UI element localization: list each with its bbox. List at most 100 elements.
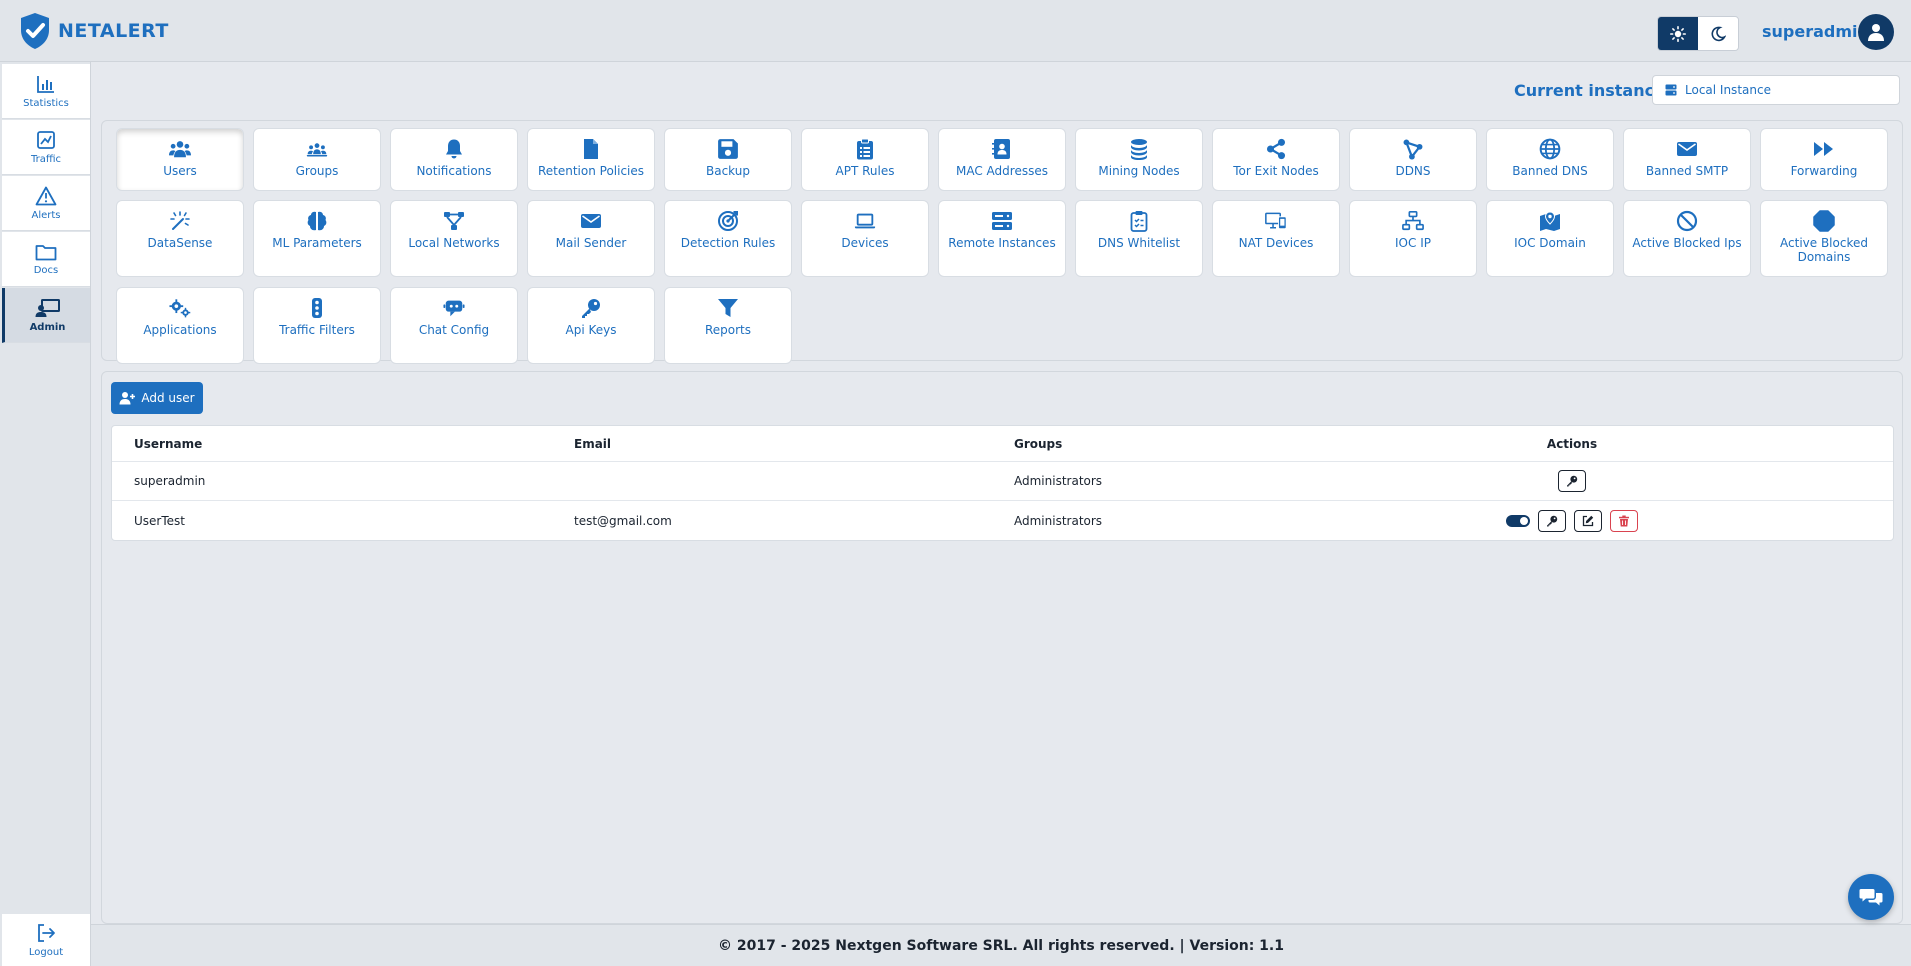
sidebar-item-alerts[interactable]: Alerts bbox=[2, 176, 90, 231]
sidebar-item-traffic[interactable]: Traffic bbox=[2, 120, 90, 175]
envelope-icon bbox=[1677, 142, 1697, 156]
tile-dns-whitelist[interactable]: DNS Whitelist bbox=[1075, 200, 1203, 277]
user-plus-icon bbox=[119, 392, 136, 405]
instance-select[interactable]: Local Instance bbox=[1652, 75, 1900, 105]
gears-icon bbox=[169, 299, 191, 318]
tile-label: Applications bbox=[143, 323, 217, 337]
tile-ml-parameters[interactable]: ML Parameters bbox=[253, 200, 381, 277]
change-password-button[interactable] bbox=[1538, 509, 1566, 532]
floppy-icon bbox=[718, 139, 738, 159]
tile-label: IOC IP bbox=[1395, 236, 1431, 250]
logout-label: Logout bbox=[28, 946, 64, 958]
tile-notifications[interactable]: Notifications bbox=[390, 128, 518, 191]
tile-label: Banned DNS bbox=[1512, 164, 1588, 178]
envelope-icon bbox=[581, 214, 601, 228]
tile-chat-config[interactable]: Chat Config bbox=[390, 287, 518, 364]
dark-theme-button[interactable] bbox=[1698, 17, 1738, 50]
top-bar: NETALERT superadmin bbox=[0, 0, 1911, 62]
instance-select-value: Local Instance bbox=[1685, 83, 1771, 97]
tile-mac-addresses[interactable]: MAC Addresses bbox=[938, 128, 1066, 191]
tile-label: DNS Whitelist bbox=[1097, 236, 1181, 250]
traffic-light-icon bbox=[312, 298, 322, 318]
app-logo[interactable]: NETALERT bbox=[18, 12, 169, 50]
tile-label: ML Parameters bbox=[272, 236, 362, 250]
light-theme-button[interactable] bbox=[1658, 17, 1698, 50]
tile-datasense[interactable]: DataSense bbox=[116, 200, 244, 277]
tile-active-blocked-domains[interactable]: Active Blocked Domains bbox=[1760, 200, 1888, 277]
tile-mining-nodes[interactable]: Mining Nodes bbox=[1075, 128, 1203, 191]
tile-label: Banned SMTP bbox=[1645, 164, 1729, 178]
target-icon bbox=[718, 211, 738, 231]
server-icon bbox=[1665, 84, 1677, 96]
table-header-row: Username Email Groups Actions bbox=[112, 426, 1893, 462]
tile-ioc-domain[interactable]: IOC Domain bbox=[1486, 200, 1614, 277]
admin-screen-icon bbox=[35, 298, 60, 317]
sidebar-item-label: Admin bbox=[29, 321, 66, 333]
tile-remote-instances[interactable]: Remote Instances bbox=[938, 200, 1066, 277]
tile-label: Reports bbox=[704, 323, 752, 337]
tile-label: DataSense bbox=[147, 236, 213, 250]
sidebar-item-label: Docs bbox=[33, 264, 59, 276]
tile-banned-dns[interactable]: Banned DNS bbox=[1486, 128, 1614, 191]
tile-users[interactable]: Users bbox=[116, 128, 244, 191]
tile-devices[interactable]: Devices bbox=[801, 200, 929, 277]
tile-local-networks[interactable]: Local Networks bbox=[390, 200, 518, 277]
tile-mail-sender[interactable]: Mail Sender bbox=[527, 200, 655, 277]
tile-banned-smtp[interactable]: Banned SMTP bbox=[1623, 128, 1751, 191]
tile-forwarding[interactable]: Forwarding bbox=[1760, 128, 1888, 191]
chart-line-icon bbox=[37, 130, 55, 149]
key-icon bbox=[582, 299, 600, 318]
groups-cell: Administrators bbox=[1014, 513, 1103, 528]
groups-icon bbox=[306, 143, 328, 157]
tile-reports[interactable]: Reports bbox=[664, 287, 792, 364]
tile-active-blocked-ips[interactable]: Active Blocked Ips bbox=[1623, 200, 1751, 277]
username-cell: superadmin bbox=[134, 474, 206, 488]
user-active-toggle[interactable] bbox=[1506, 514, 1530, 527]
logo-text: NETALERT bbox=[58, 20, 169, 42]
address-book-icon bbox=[992, 139, 1010, 159]
tile-label: Api Keys bbox=[565, 323, 617, 337]
sidebar-item-label: Alerts bbox=[31, 209, 61, 221]
tile-label: Local Networks bbox=[408, 236, 500, 250]
tile-tor-exit-nodes[interactable]: Tor Exit Nodes bbox=[1212, 128, 1340, 191]
tile-label: Backup bbox=[706, 164, 750, 178]
add-user-button[interactable]: Add user bbox=[111, 382, 203, 414]
actions-cell bbox=[1442, 462, 1702, 500]
tile-label: NAT Devices bbox=[1238, 236, 1314, 250]
tile-label: Mining Nodes bbox=[1098, 164, 1180, 178]
sidebar-item-admin[interactable]: Admin bbox=[2, 288, 90, 343]
sitemap-icon bbox=[1402, 211, 1424, 231]
tile-api-keys[interactable]: Api Keys bbox=[527, 287, 655, 364]
table-row: UserTest test@gmail.com Administrators bbox=[112, 501, 1893, 540]
tile-backup[interactable]: Backup bbox=[664, 128, 792, 191]
tile-label: APT Rules bbox=[835, 164, 895, 178]
clipboard-check-icon bbox=[1130, 211, 1148, 232]
tile-detection-rules[interactable]: Detection Rules bbox=[664, 200, 792, 277]
column-header-email: Email bbox=[574, 436, 612, 451]
sidebar-item-statistics[interactable]: Statistics bbox=[2, 64, 90, 119]
current-username[interactable]: superadmin bbox=[1762, 22, 1869, 41]
network-diagram-icon bbox=[444, 212, 464, 230]
tile-retention-policies[interactable]: Retention Policies bbox=[527, 128, 655, 191]
tile-label: Groups bbox=[295, 164, 339, 178]
tile-ddns[interactable]: DDNS bbox=[1349, 128, 1477, 191]
comments-icon bbox=[1859, 889, 1883, 906]
tile-applications[interactable]: Applications bbox=[116, 287, 244, 364]
tile-label: IOC Domain bbox=[1514, 236, 1586, 250]
tile-nat-devices[interactable]: NAT Devices bbox=[1212, 200, 1340, 277]
tile-label: Chat Config bbox=[418, 323, 490, 337]
tile-label: Traffic Filters bbox=[279, 323, 355, 337]
tile-groups[interactable]: Groups bbox=[253, 128, 381, 191]
tile-apt-rules[interactable]: APT Rules bbox=[801, 128, 929, 191]
tile-ioc-ip[interactable]: IOC IP bbox=[1349, 200, 1477, 277]
brain-icon bbox=[307, 211, 327, 231]
sidebar-item-docs[interactable]: Docs bbox=[2, 232, 90, 287]
chat-button[interactable] bbox=[1848, 874, 1894, 920]
delete-user-button[interactable] bbox=[1610, 509, 1638, 532]
change-password-button[interactable] bbox=[1558, 470, 1586, 492]
logout-button[interactable]: Logout bbox=[2, 914, 90, 966]
edit-user-button[interactable] bbox=[1574, 509, 1602, 532]
sidebar-item-label: Statistics bbox=[23, 97, 69, 109]
tile-traffic-filters[interactable]: Traffic Filters bbox=[253, 287, 381, 364]
avatar[interactable] bbox=[1858, 14, 1894, 50]
